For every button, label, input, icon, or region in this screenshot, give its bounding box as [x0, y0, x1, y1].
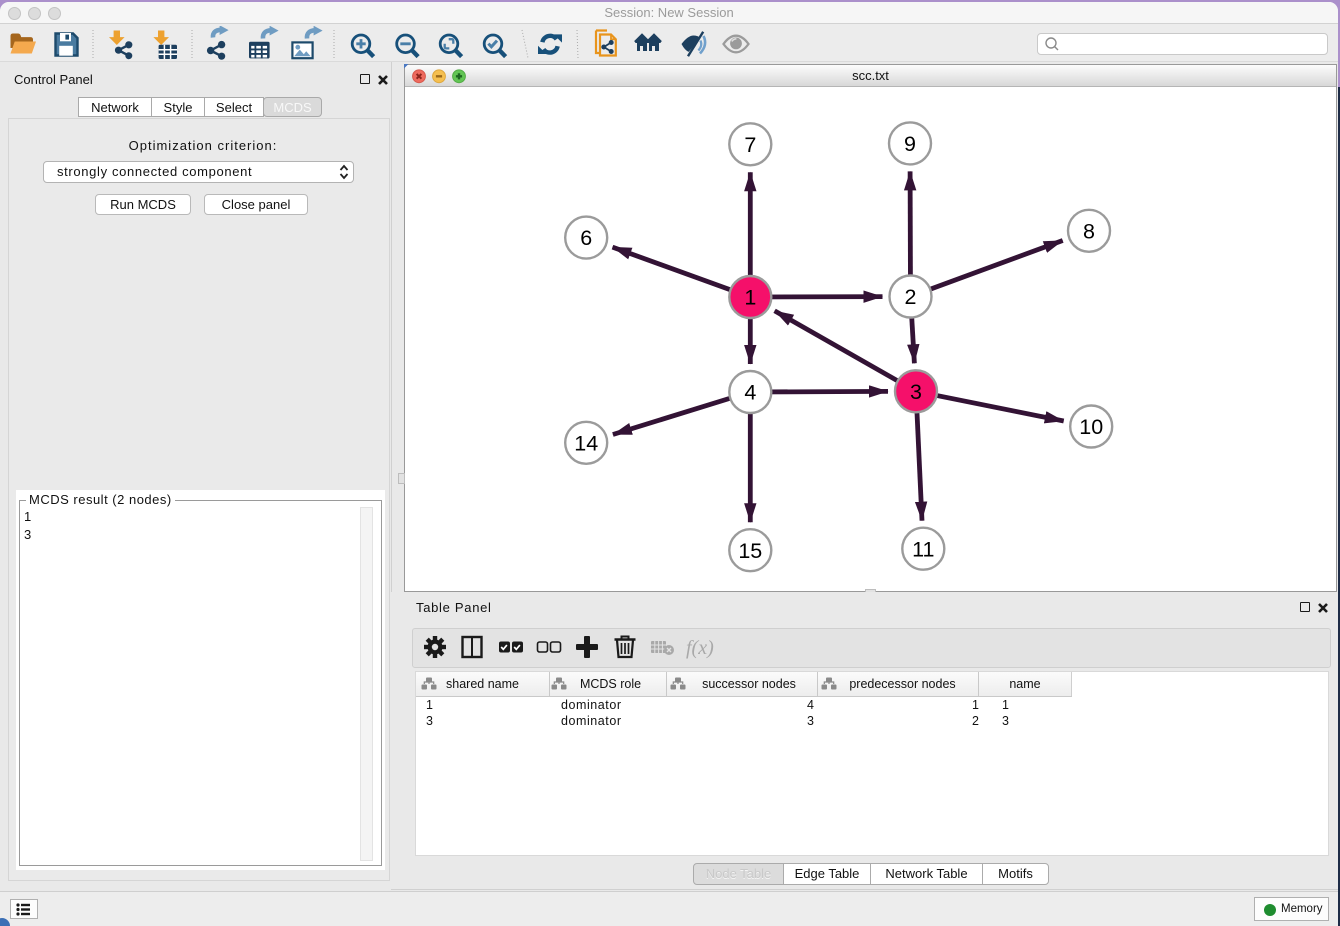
- svg-text:11: 11: [912, 537, 934, 561]
- svg-text:10: 10: [1079, 415, 1103, 439]
- svg-text:f(x): f(x): [686, 637, 714, 659]
- svg-text:14: 14: [574, 431, 598, 455]
- svg-text:15: 15: [738, 539, 762, 563]
- svg-text:3: 3: [910, 380, 922, 404]
- svg-text:9: 9: [904, 132, 916, 156]
- svg-text:6: 6: [580, 226, 592, 250]
- svg-text:4: 4: [744, 381, 756, 405]
- svg-text:2: 2: [905, 285, 917, 309]
- svg-text:8: 8: [1083, 219, 1095, 243]
- svg-text:1: 1: [744, 286, 756, 310]
- svg-text:7: 7: [744, 133, 756, 157]
